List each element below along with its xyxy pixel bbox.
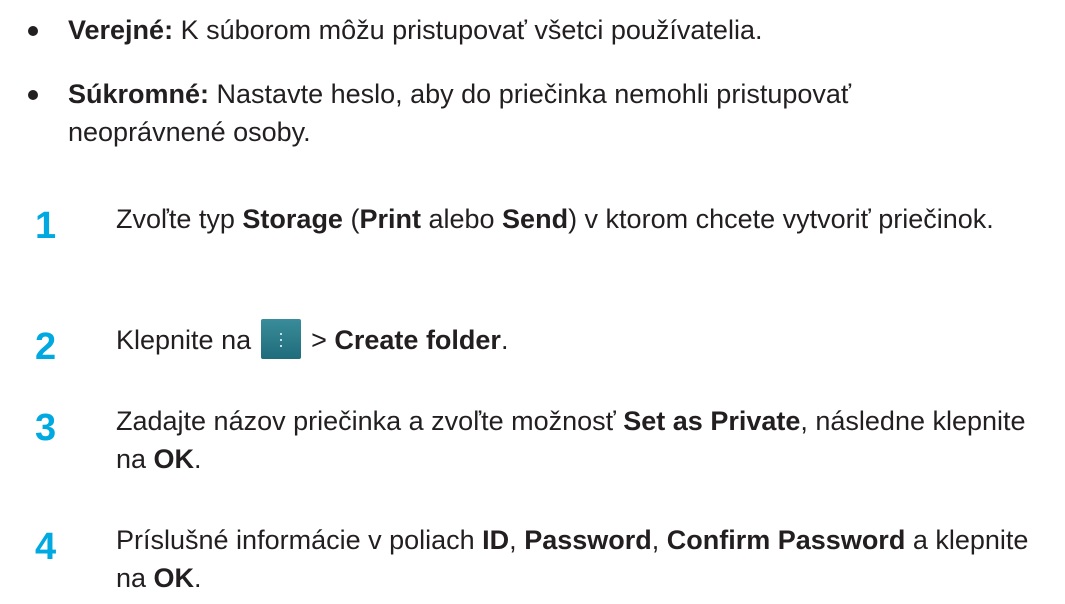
step-text-part: .	[194, 444, 202, 474]
step-text: Zvoľte typ Storage (Print alebo Send) v …	[116, 200, 1016, 238]
step-number: 3	[35, 407, 57, 449]
step-term: Print	[359, 204, 421, 234]
step-term: Set as Private	[623, 406, 801, 436]
step-text-part: .	[500, 325, 509, 355]
step-text-part: .	[194, 563, 202, 593]
step-term: OK	[153, 563, 195, 593]
step-term: ID	[482, 525, 510, 555]
step-term: OK	[153, 444, 195, 474]
bullet-dot	[28, 26, 38, 36]
step-number: 4	[35, 526, 57, 568]
bullet-term: Súkromné:	[68, 79, 210, 109]
step-term: Create folder	[334, 325, 501, 355]
step-number: 1	[35, 205, 57, 247]
step-text-part: ,	[651, 525, 667, 555]
step-text: Klepnite na > Create folder.	[116, 318, 1046, 359]
step-term: Send	[502, 204, 569, 234]
menu-icon	[261, 318, 302, 359]
step-number: 2	[35, 326, 57, 368]
bullet-term: Verejné:	[68, 15, 174, 45]
step-term: Password	[524, 525, 652, 555]
bullet-text: Súkromné: Nastavte heslo, aby do priečin…	[68, 75, 1008, 151]
step-text-part: Zadajte názov priečinka a zvoľte možnosť	[116, 406, 624, 436]
step-text: Príslušné informácie v poliach ID, Passw…	[116, 521, 1046, 597]
step-text-part: ) v ktorom chcete vytvoriť priečinok.	[568, 204, 994, 234]
step-term: Storage	[242, 204, 343, 234]
step-text: Zadajte názov priečinka a zvoľte možnosť…	[116, 402, 1046, 478]
step-text-part: Zvoľte typ	[116, 204, 243, 234]
bullet-dot	[28, 90, 38, 100]
step-text-part: Klepnite na	[116, 325, 252, 355]
step-text-part: ,	[509, 525, 525, 555]
step-term: Confirm Password	[666, 525, 906, 555]
step-text-part: >	[311, 325, 335, 355]
step-text-part: Príslušné informácie v poliach	[116, 525, 483, 555]
bullet-text: Verejné: K súborom môžu pristupovať všet…	[68, 11, 1028, 49]
step-text-part: (	[342, 204, 360, 234]
bullet-description: K súborom môžu pristupovať všetci použív…	[173, 15, 763, 45]
step-text-part: alebo	[420, 204, 503, 234]
